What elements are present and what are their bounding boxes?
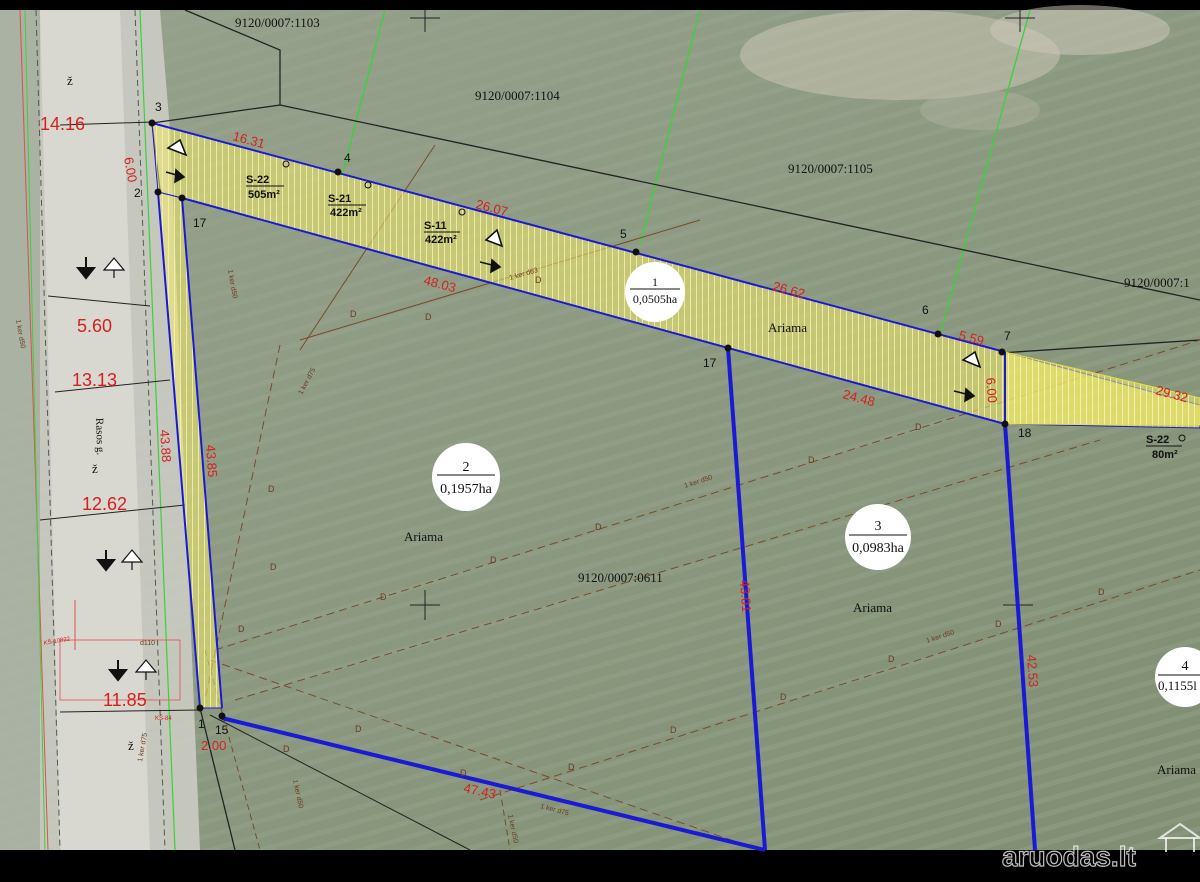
svg-text:422m²: 422m² xyxy=(330,207,362,219)
svg-text:505m²: 505m² xyxy=(248,189,280,201)
svg-text:D: D xyxy=(380,592,387,602)
svg-text:43.85: 43.85 xyxy=(203,444,220,478)
point-16: 17 xyxy=(193,216,207,230)
cadastral-map: 3 2 17 4 5 6 7 17 18 1 15 9120/0007:1103… xyxy=(0,0,1200,882)
svg-text:ž: ž xyxy=(67,73,73,88)
point-5: 5 xyxy=(620,227,627,241)
svg-text:S-22: S-22 xyxy=(1146,434,1169,446)
point-6: 6 xyxy=(922,303,929,317)
svg-text:D: D xyxy=(490,555,497,565)
cadastral-1104: 9120/0007:1104 xyxy=(475,88,560,103)
point-3: 3 xyxy=(155,100,162,114)
plot-2-label: 2 0,1957ha xyxy=(432,443,500,511)
svg-text:D: D xyxy=(888,654,895,664)
svg-text:D: D xyxy=(355,724,362,734)
svg-text:12.62: 12.62 xyxy=(82,494,127,514)
street-name: Rasos g. xyxy=(93,418,106,456)
plot-1-label: 1 0,0505ha xyxy=(625,262,685,322)
svg-text:D: D xyxy=(780,692,787,702)
svg-text:aruodas.lt: aruodas.lt xyxy=(1002,841,1136,872)
svg-text:43.01: 43.01 xyxy=(737,579,754,613)
svg-text:D: D xyxy=(568,762,575,772)
svg-text:S-21: S-21 xyxy=(328,193,351,205)
svg-text:5.60: 5.60 xyxy=(77,316,112,336)
point-18: 18 xyxy=(1018,426,1032,440)
cadastral-main: 9120/0007:0611 xyxy=(578,570,663,585)
svg-text:422m²: 422m² xyxy=(425,234,457,246)
svg-text:D: D xyxy=(425,312,432,322)
svg-text:D: D xyxy=(1098,587,1105,597)
svg-text:13.13: 13.13 xyxy=(72,370,117,390)
svg-text:0,1957ha: 0,1957ha xyxy=(440,482,493,497)
svg-text:3: 3 xyxy=(875,519,882,534)
svg-text:D: D xyxy=(268,484,275,494)
cadastral-1103: 9120/0007:1103 xyxy=(235,15,320,30)
svg-text:S-22: S-22 xyxy=(246,174,269,186)
point-4: 4 xyxy=(344,151,351,165)
svg-text:D: D xyxy=(670,725,677,735)
point-1: 1 xyxy=(198,717,205,731)
svg-text:0,0505ha: 0,0505ha xyxy=(633,292,678,306)
svg-text:D: D xyxy=(460,768,467,778)
cadastral-1105: 9120/0007:1105 xyxy=(788,161,873,176)
svg-text:2.00: 2.00 xyxy=(201,738,226,753)
svg-text:D: D xyxy=(995,619,1002,629)
plot-1-use: Ariama xyxy=(768,320,807,335)
top-bar xyxy=(0,0,1200,10)
point-7: 7 xyxy=(1004,329,1011,343)
svg-text:D: D xyxy=(808,455,815,465)
svg-text:2: 2 xyxy=(463,460,470,475)
svg-text:D: D xyxy=(238,624,245,634)
svg-text:6.00: 6.00 xyxy=(983,377,1000,404)
plot-2-use: Ariama xyxy=(404,529,443,544)
svg-text:4: 4 xyxy=(1182,659,1189,674)
svg-text:43.88: 43.88 xyxy=(157,429,174,463)
point-17: 17 xyxy=(703,356,717,370)
cadastral-east: 9120/0007:1 xyxy=(1124,275,1190,290)
svg-text:KŠ-84: KŠ-84 xyxy=(155,715,172,722)
svg-text:D: D xyxy=(535,275,542,285)
plot-3-label: 3 0,0983ha xyxy=(845,504,911,570)
svg-text:S-11: S-11 xyxy=(424,220,447,232)
point-15: 15 xyxy=(215,723,229,737)
svg-text:D: D xyxy=(595,522,602,532)
svg-text:0,1155l: 0,1155l xyxy=(1158,678,1197,693)
svg-text:d110: d110 xyxy=(140,640,155,647)
point-2: 2 xyxy=(134,186,141,200)
svg-text:80m²: 80m² xyxy=(1152,449,1178,461)
svg-text:11.85: 11.85 xyxy=(103,690,147,710)
svg-text:42.53: 42.53 xyxy=(1024,654,1041,688)
plot-4-use: Ariama xyxy=(1157,762,1196,777)
svg-text:D: D xyxy=(270,562,277,572)
svg-text:14.16: 14.16 xyxy=(40,114,85,134)
svg-text:ž: ž xyxy=(128,738,134,753)
svg-text:D: D xyxy=(915,422,922,432)
svg-text:D: D xyxy=(350,309,357,319)
svg-text:D: D xyxy=(283,744,290,754)
plot-3-use: Ariama xyxy=(853,600,892,615)
svg-text:0,0983ha: 0,0983ha xyxy=(852,541,905,556)
svg-text:1: 1 xyxy=(652,275,658,289)
svg-text:ž: ž xyxy=(92,461,98,476)
